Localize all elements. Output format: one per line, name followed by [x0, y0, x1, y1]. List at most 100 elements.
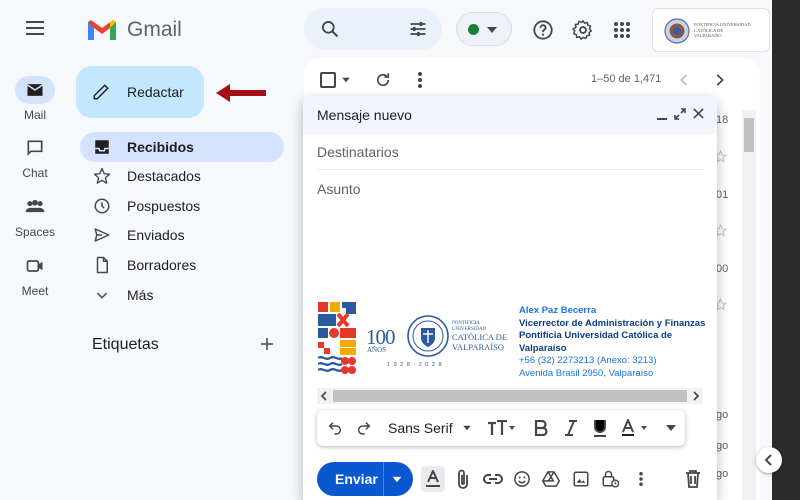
subject-field[interactable]: Asunto [317, 171, 703, 207]
compose-button-label: Redactar [127, 84, 184, 100]
refresh-icon[interactable] [374, 71, 392, 89]
rail-item-meet[interactable]: Meet [0, 252, 70, 298]
nav-item-enviados[interactable]: Enviados [80, 220, 284, 250]
gmail-logo[interactable]: Gmail [86, 18, 182, 42]
star-icon [92, 167, 112, 185]
list-date-peek: go [716, 440, 729, 452]
rail-label-spaces: Spaces [14, 225, 56, 239]
rail-label-mail: Mail [23, 108, 46, 122]
status-selector[interactable] [456, 12, 512, 46]
clock-icon [92, 197, 112, 215]
fullscreen-icon[interactable] [674, 108, 686, 120]
nav-item-destacados[interactable]: Destacados [80, 161, 284, 191]
compose-header[interactable]: Mensaje nuevo [303, 96, 717, 134]
draft-icon [92, 256, 112, 274]
list-scrollbar-thumb[interactable] [744, 118, 754, 152]
text-size-icon[interactable] [485, 410, 517, 446]
nav-item-recibidos[interactable]: Recibidos [80, 132, 284, 162]
compose-button[interactable]: Redactar [76, 66, 204, 118]
main-menu-icon[interactable] [23, 16, 47, 40]
header-logo-line3: VALPARAÍSO [694, 33, 722, 38]
rail-item-mail[interactable]: Mail [0, 76, 70, 122]
insert-photo-icon[interactable] [569, 466, 593, 492]
select-caret-icon[interactable] [342, 77, 350, 83]
close-icon[interactable] [693, 108, 704, 119]
send-button[interactable]: Enviar [317, 462, 413, 496]
confidential-mode-icon[interactable] [598, 466, 622, 492]
nav-item-borradores[interactable]: Borradores [80, 250, 284, 280]
signature-role: Vicerrector de Administración y Finanzas [519, 317, 706, 329]
send-icon [92, 226, 112, 244]
expand-side-panel-icon[interactable] [756, 447, 782, 473]
google-drive-icon[interactable] [539, 466, 563, 492]
compose-title: Mensaje nuevo [317, 107, 412, 123]
nav-label: Destacados [127, 168, 201, 184]
nav-label: Enviados [127, 227, 185, 243]
rail-item-spaces[interactable]: Spaces [0, 193, 70, 239]
search-bar[interactable] [304, 8, 442, 50]
list-date-peek: go [716, 409, 729, 421]
scroll-right-icon[interactable] [692, 391, 700, 401]
organization-logo[interactable]: PONTIFICIA UNIVERSIDAD CATÓLICA DE VALPA… [652, 8, 770, 52]
nav-item-pospuestos[interactable]: Pospuestos [80, 191, 284, 221]
compose-window: Mensaje nuevo Destinatarios Asunto 100 A… [303, 96, 717, 500]
chat-icon [15, 134, 55, 162]
chevron-down-icon [92, 287, 112, 303]
nav-label: Pospuestos [127, 198, 201, 214]
university-seal-icon [407, 315, 449, 357]
font-caret-icon[interactable] [463, 425, 471, 431]
help-icon[interactable] [532, 19, 554, 41]
side-panel-edge [756, 0, 800, 500]
list-date-peek: go [716, 468, 729, 480]
list-date-peek: 00 [716, 263, 729, 275]
horizontal-scroll-thumb[interactable] [333, 390, 687, 402]
annotation-arrow-icon [214, 83, 268, 103]
newer-chevron-left-icon[interactable] [679, 74, 689, 86]
recipients-field[interactable]: Destinatarios [317, 134, 703, 170]
text-color-icon[interactable] [619, 410, 653, 446]
rail-item-chat[interactable]: Chat [0, 134, 70, 180]
underline-icon[interactable] [588, 410, 612, 446]
formatting-toolbar: Sans Serif [317, 410, 685, 446]
subject-placeholder: Asunto [317, 181, 361, 197]
more-formatting-caret-icon[interactable] [659, 410, 683, 446]
older-chevron-right-icon[interactable] [715, 74, 725, 86]
bold-icon[interactable] [529, 410, 553, 446]
status-active-icon [468, 24, 479, 35]
insert-link-icon[interactable] [481, 466, 505, 492]
body-horizontal-scrollbar[interactable] [317, 388, 703, 404]
message-body[interactable]: 100 AÑOS PONTIFICIA UNIVERSIDAD CATÓLICA… [317, 208, 705, 386]
redo-icon[interactable] [352, 410, 376, 446]
search-options-icon[interactable] [408, 19, 428, 39]
font-family-select[interactable]: Sans Serif [388, 420, 453, 436]
more-options-icon[interactable] [418, 72, 422, 88]
recipients-placeholder: Destinatarios [317, 143, 399, 160]
attach-icon[interactable] [451, 466, 475, 492]
formatting-options-icon[interactable] [421, 466, 445, 492]
more-options-icon[interactable] [629, 466, 653, 492]
minimize-icon[interactable] [657, 114, 667, 120]
list-scrollbar[interactable] [742, 110, 756, 500]
university-seal-icon [664, 17, 690, 45]
signature-address: Avenida Brasil 2950, Valparaíso [519, 367, 654, 379]
rail-label-chat: Chat [22, 166, 48, 180]
italic-icon[interactable] [559, 410, 583, 446]
nav-item-mas[interactable]: Más [80, 280, 284, 310]
signature-name: Alex Paz Becerra [519, 305, 597, 316]
discard-draft-icon[interactable] [681, 466, 705, 492]
anniversary-pattern-logo [318, 302, 356, 378]
list-date-peek: 01 [716, 189, 729, 201]
send-options-caret-icon[interactable] [392, 476, 402, 483]
scroll-left-icon[interactable] [320, 391, 328, 401]
search-icon[interactable] [320, 19, 340, 39]
select-all-checkbox[interactable] [320, 72, 336, 88]
spaces-icon [15, 193, 55, 221]
list-date-peek: 18 [716, 114, 729, 126]
settings-gear-icon[interactable] [572, 19, 594, 41]
left-rail: Mail Chat Spaces Meet [0, 0, 70, 500]
add-label-icon[interactable] [258, 335, 276, 353]
emoji-icon[interactable] [510, 466, 534, 492]
undo-icon[interactable] [323, 410, 347, 446]
apps-grid-icon[interactable] [613, 21, 631, 39]
nav-label: Recibidos [127, 139, 194, 155]
